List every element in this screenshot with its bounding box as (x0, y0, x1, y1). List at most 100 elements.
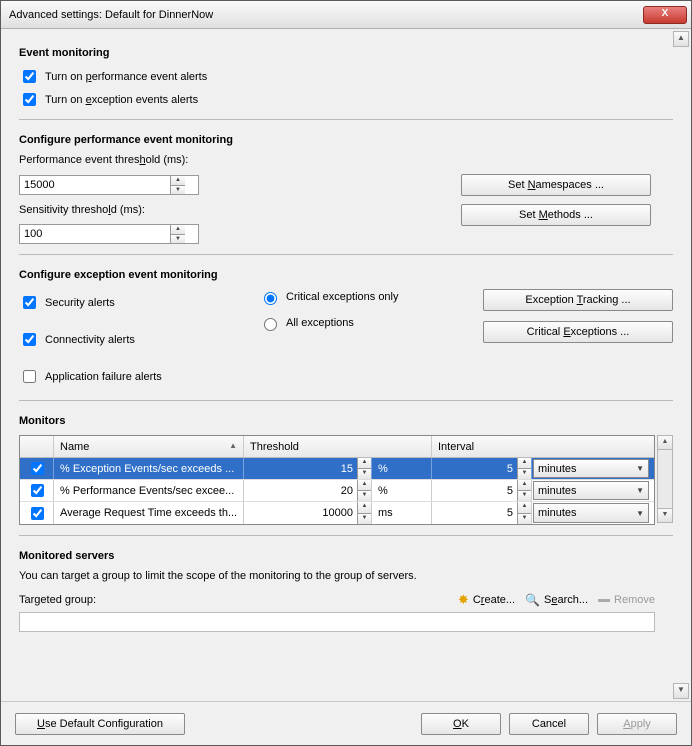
perf-alerts-checkbox[interactable] (23, 70, 36, 83)
apply-button: Apply (597, 713, 677, 735)
spin-down-icon[interactable]: ▼ (171, 186, 185, 195)
all-exceptions-radio-row[interactable]: All exceptions (259, 315, 439, 331)
sort-asc-icon: ▲ (229, 441, 237, 450)
divider (19, 535, 673, 536)
sensitivity-spinner[interactable]: ▲▼ (19, 224, 199, 244)
spin-up-icon[interactable]: ▲ (171, 225, 185, 235)
sensitivity-label: Sensitivity threshold (ms): (19, 204, 449, 216)
event-monitoring-heading: Event monitoring (19, 47, 673, 59)
connectivity-alerts-label: Connectivity alerts (45, 334, 135, 346)
interval-spinner[interactable]: 5▲▼ (432, 480, 531, 501)
interval-unit-combo[interactable]: minutes▼ (533, 503, 649, 523)
minus-icon (598, 599, 610, 602)
col-threshold[interactable]: Threshold (244, 436, 432, 457)
threshold-spinner[interactable]: 15▲▼ (244, 458, 371, 479)
remove-link: Remove (598, 594, 655, 606)
table-row[interactable]: Average Request Time exceeds th... 10000… (20, 502, 654, 524)
row-checkbox[interactable] (31, 484, 44, 497)
search-link[interactable]: 🔍Search... (525, 593, 588, 607)
divider (19, 119, 673, 120)
threshold-spinner[interactable]: 10000▲▼ (244, 502, 371, 524)
interval-spinner[interactable]: 5▲▼ (432, 502, 531, 524)
threshold-unit: ms (372, 502, 432, 524)
row-name: % Exception Events/sec exceeds ... (54, 458, 244, 479)
targeted-group-field[interactable] (19, 612, 655, 632)
monitors-grid: Name▲ Threshold Interval % Exception Eve… (19, 435, 655, 525)
perf-threshold-label: Performance event threshold (ms): (19, 154, 449, 166)
security-alerts-checkbox[interactable] (23, 296, 36, 309)
critical-only-radio-row[interactable]: Critical exceptions only (259, 289, 439, 305)
chevron-down-icon: ▼ (636, 486, 644, 495)
threshold-spinner[interactable]: 20▲▼ (244, 480, 371, 501)
critical-only-label: Critical exceptions only (286, 291, 399, 303)
window-title: Advanced settings: Default for DinnerNow (9, 9, 643, 21)
cancel-button[interactable]: Cancel (509, 713, 589, 735)
divider (19, 254, 673, 255)
appfailure-alerts-label: Application failure alerts (45, 371, 162, 383)
col-name[interactable]: Name▲ (54, 436, 244, 457)
content-area: ▲ ▼ Event monitoring Turn on performance… (1, 29, 691, 701)
perf-threshold-spinner[interactable]: ▲▼ (19, 175, 199, 195)
spin-down-icon[interactable]: ▼ (171, 235, 185, 244)
spin-up-icon[interactable]: ▲ (171, 176, 185, 186)
search-icon: 🔍 (525, 593, 540, 607)
critical-only-radio[interactable] (264, 292, 277, 305)
perf-threshold-input[interactable] (20, 176, 170, 194)
ok-button[interactable]: OK (421, 713, 501, 735)
perf-section-heading: Configure performance event monitoring (19, 134, 673, 146)
appfailure-alerts-row[interactable]: Application failure alerts (19, 367, 239, 386)
exc-section-heading: Configure exception event monitoring (19, 269, 673, 281)
row-checkbox[interactable] (31, 462, 44, 475)
scroll-up-icon[interactable]: ▲ (673, 31, 689, 47)
interval-spinner[interactable]: 5▲▼ (432, 458, 531, 479)
all-exceptions-radio[interactable] (264, 318, 277, 331)
critical-exceptions-button[interactable]: Critical Exceptions ... (483, 321, 673, 343)
dialog-footer: Use Default Configuration OK Cancel Appl… (1, 701, 691, 745)
exc-alerts-checkbox-row[interactable]: Turn on exception events alerts (19, 90, 673, 109)
scroll-up-icon[interactable]: ▲ (658, 436, 672, 450)
monitors-heading: Monitors (19, 415, 673, 427)
use-default-button[interactable]: Use Default Configuration (15, 713, 185, 735)
grid-scrollbar[interactable]: ▲ ▼ (657, 435, 673, 523)
row-checkbox[interactable] (31, 507, 44, 520)
perf-alerts-checkbox-row[interactable]: Turn on performance event alerts (19, 67, 673, 86)
set-methods-button[interactable]: Set Methods ... (461, 204, 651, 226)
all-exceptions-label: All exceptions (286, 317, 354, 329)
col-interval[interactable]: Interval (432, 436, 654, 457)
servers-heading: Monitored servers (19, 550, 673, 562)
targeted-group-label: Targeted group: (19, 594, 96, 606)
sensitivity-input[interactable] (20, 225, 170, 243)
exc-alerts-label: Turn on exception events alerts (45, 94, 198, 106)
servers-desc: You can target a group to limit the scop… (19, 570, 673, 582)
grid-header: Name▲ Threshold Interval (20, 436, 654, 458)
titlebar: Advanced settings: Default for DinnerNow… (1, 1, 691, 29)
dialog-window: Advanced settings: Default for DinnerNow… (0, 0, 692, 746)
scroll-down-icon[interactable]: ▼ (673, 683, 689, 699)
chevron-down-icon: ▼ (636, 509, 644, 518)
scroll-down-icon[interactable]: ▼ (658, 508, 672, 522)
star-icon: ✸ (458, 592, 469, 608)
threshold-unit: % (372, 458, 432, 479)
security-alerts-row[interactable]: Security alerts (19, 293, 239, 312)
connectivity-alerts-checkbox[interactable] (23, 333, 36, 346)
close-button[interactable]: X (643, 6, 687, 24)
col-check[interactable] (20, 436, 54, 457)
page-scrollbar[interactable]: ▲ ▼ (673, 31, 689, 699)
create-link[interactable]: ✸Create... (458, 592, 515, 608)
divider (19, 400, 673, 401)
threshold-unit: % (372, 480, 432, 501)
row-name: Average Request Time exceeds th... (54, 502, 244, 524)
connectivity-alerts-row[interactable]: Connectivity alerts (19, 330, 239, 349)
exception-tracking-button[interactable]: Exception Tracking ... (483, 289, 673, 311)
table-row[interactable]: % Exception Events/sec exceeds ... 15▲▼ … (20, 458, 654, 480)
interval-unit-combo[interactable]: minutes▼ (533, 459, 649, 478)
chevron-down-icon: ▼ (636, 464, 644, 473)
appfailure-alerts-checkbox[interactable] (23, 370, 36, 383)
set-namespaces-button[interactable]: Set Namespaces ... (461, 174, 651, 196)
exc-alerts-checkbox[interactable] (23, 93, 36, 106)
perf-alerts-label: Turn on performance event alerts (45, 71, 207, 83)
security-alerts-label: Security alerts (45, 297, 115, 309)
row-name: % Performance Events/sec excee... (54, 480, 244, 501)
interval-unit-combo[interactable]: minutes▼ (533, 481, 649, 500)
table-row[interactable]: % Performance Events/sec excee... 20▲▼ %… (20, 480, 654, 502)
